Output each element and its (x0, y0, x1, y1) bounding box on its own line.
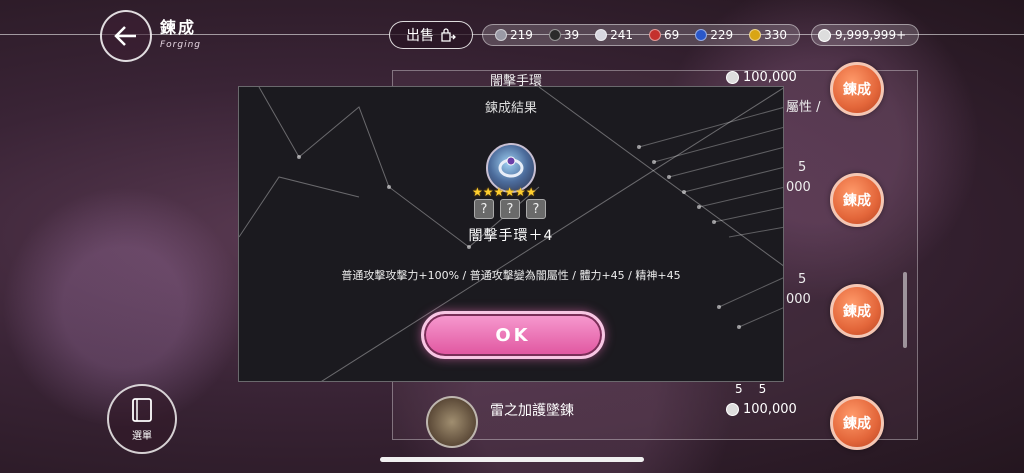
page-title-block: 鍊成 Forging (160, 14, 201, 50)
list-item-price: 100,000 (726, 402, 797, 417)
result-item-name: 闇擊手環＋4 (468, 228, 554, 244)
ok-button[interactable]: OK (421, 311, 605, 359)
resource-red-gem: 69 (648, 28, 679, 42)
resource-silver-ore: 219 (494, 28, 533, 42)
list-item-effect-fragment: 屬性 / (786, 100, 821, 115)
back-arrow-icon (114, 26, 136, 46)
material-counts: 5 5 (735, 382, 767, 396)
rarity-stars: ★★★★★★ (472, 185, 537, 199)
coin-icon (818, 28, 831, 42)
unknown-slot: ? (500, 199, 520, 219)
page-subtitle: Forging (160, 40, 202, 50)
silver-ore-icon (494, 29, 507, 41)
forge-button[interactable]: 鍊成 (830, 396, 884, 450)
resource-gold-gem: 330 (749, 28, 787, 42)
home-indicator[interactable] (380, 457, 644, 462)
gold-gem-icon (749, 29, 762, 41)
bracelet-glyph (498, 156, 524, 178)
money-bar: 9,999,999+ (811, 24, 919, 46)
list-item-price: 000 (786, 292, 811, 307)
dialog-title: 鍊成結果 (484, 101, 537, 116)
coin-icon (726, 71, 739, 84)
blue-gem-icon (695, 29, 708, 41)
dark-gem-icon (548, 29, 561, 41)
menu-label: 選單 (132, 430, 152, 442)
menu-button[interactable]: 選單 (107, 384, 177, 454)
resource-crystal: 241 (595, 28, 633, 42)
item-icon (426, 396, 478, 448)
resource-dark-gem: 39 (548, 28, 579, 42)
list-scrollbar[interactable] (903, 272, 907, 348)
coin-icon (726, 403, 739, 416)
crystal-icon (595, 29, 608, 41)
resource-bar: 219 39 241 69 229 330 (482, 24, 800, 46)
page-title: 鍊成 (160, 18, 197, 37)
list-item-name: 雷之加護墜鍊 (490, 403, 574, 419)
unknown-slots: ? ? ? (474, 199, 546, 219)
resource-blue-gem: 229 (695, 28, 733, 42)
back-button[interactable] (100, 10, 152, 62)
bag-export-icon (441, 28, 456, 42)
list-item-count: 5 (798, 160, 807, 175)
book-icon (132, 397, 152, 422)
sell-button[interactable]: 出售 (389, 21, 473, 49)
forge-button[interactable]: 鍊成 (830, 62, 884, 116)
result-item-description: 普通攻擊攻擊力+100% / 普通攻擊變為闇屬性 / 體力+45 / 精神+45 (341, 269, 681, 282)
list-item-count: 5 (798, 272, 807, 287)
forge-button[interactable]: 鍊成 (830, 284, 884, 338)
forge-result-dialog: 鍊成結果 ★★★★★★ ? ? ? 闇擊手環＋4 普通攻擊攻擊力+100% / … (238, 86, 784, 382)
list-item-price: 100,000 (726, 70, 797, 85)
red-gem-icon (648, 29, 661, 41)
list-item-price: 000 (786, 180, 811, 195)
sell-label: 出售 (406, 28, 434, 44)
unknown-slot: ? (526, 199, 546, 219)
money-value: 9,999,999+ (835, 28, 907, 42)
forge-button[interactable]: 鍊成 (830, 173, 884, 227)
unknown-slot: ? (474, 199, 494, 219)
